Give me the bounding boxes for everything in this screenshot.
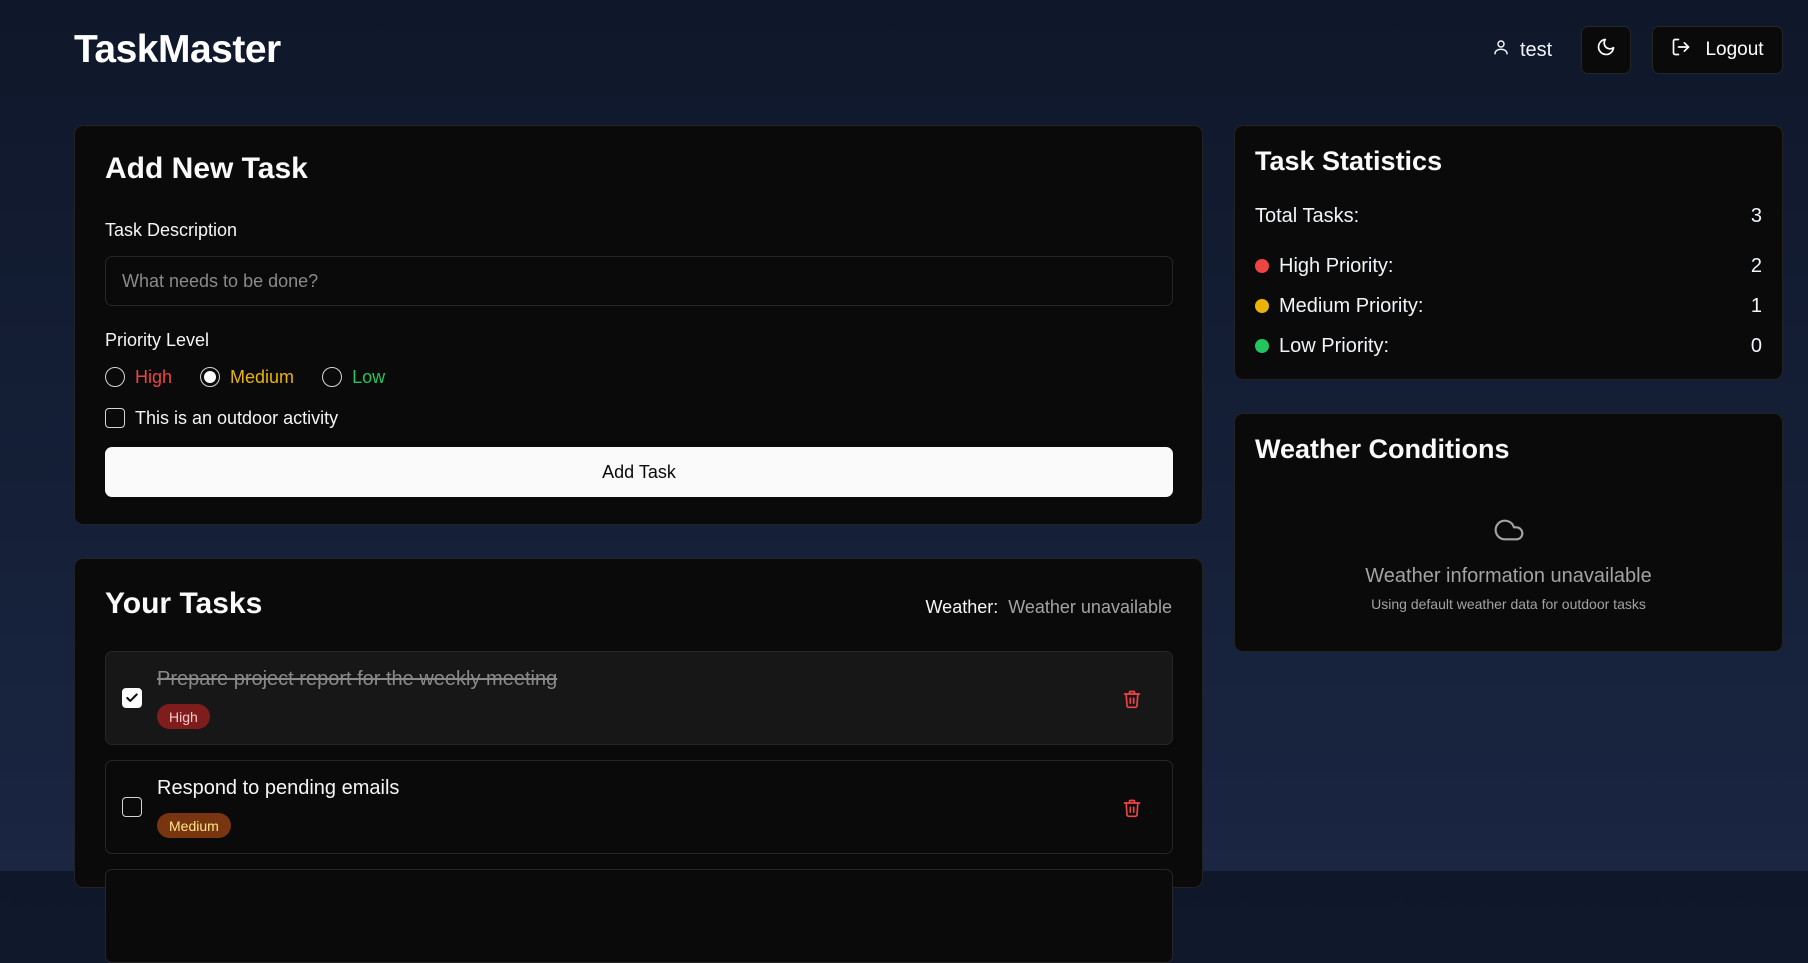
- weather-key: Weather:: [925, 597, 999, 617]
- outdoor-activity-row[interactable]: This is an outdoor activity: [105, 405, 338, 431]
- cloud-icon: [1489, 519, 1529, 550]
- priority-option-medium[interactable]: Medium: [200, 367, 294, 388]
- medium-dot-icon: [1255, 299, 1269, 313]
- priority-level-label: Priority Level: [105, 330, 210, 350]
- task-text: Prepare project report for the weekly me…: [157, 668, 558, 690]
- task-description-input[interactable]: [105, 256, 1173, 306]
- stat-medium-row: Medium Priority: 1: [1255, 293, 1762, 319]
- logout-label: Logout: [1705, 39, 1764, 60]
- user-info: test: [1492, 36, 1552, 64]
- user-icon: [1492, 38, 1510, 62]
- stat-total-label: Total Tasks:: [1255, 204, 1360, 227]
- stat-high-label: High Priority:: [1279, 254, 1394, 277]
- task-statistics-card: Task Statistics Total Tasks: 3 High Prio…: [1234, 125, 1783, 380]
- tasks-card: Your Tasks Weather: Weather unavailable …: [74, 558, 1203, 963]
- add-task-button[interactable]: Add Task: [105, 447, 1173, 497]
- priority-option-high[interactable]: High: [105, 367, 172, 388]
- app-header: TaskMaster test Logout: [0, 0, 1808, 100]
- stats-title: Task Statistics: [1255, 146, 1443, 176]
- stat-total-row: Total Tasks: 3: [1255, 203, 1762, 229]
- task-description-label: Task Description: [105, 220, 238, 240]
- task-complete-checkbox[interactable]: [122, 797, 142, 817]
- logout-button[interactable]: Logout: [1652, 26, 1783, 74]
- tasks-title: Your Tasks: [105, 587, 263, 620]
- radio-high[interactable]: [105, 367, 125, 387]
- trash-icon[interactable]: [1122, 688, 1142, 710]
- stat-total-value: 3: [1750, 204, 1762, 227]
- task-item-partial: [105, 869, 1173, 963]
- priority-high-label: High: [135, 366, 173, 387]
- weather-main-text: Weather information unavailable: [1365, 565, 1652, 587]
- low-dot-icon: [1255, 339, 1269, 353]
- task-complete-checkbox[interactable]: [122, 688, 142, 708]
- trash-icon[interactable]: [1122, 797, 1142, 819]
- theme-toggle-button[interactable]: [1581, 26, 1631, 74]
- high-dot-icon: [1255, 259, 1269, 273]
- weather-value: Weather unavailable: [1008, 597, 1172, 617]
- outdoor-checkbox[interactable]: [105, 408, 125, 428]
- radio-medium[interactable]: [200, 367, 221, 387]
- task-text: Respond to pending emails: [157, 777, 400, 799]
- check-icon: [126, 693, 138, 702]
- weather-sub-text: Using default weather data for outdoor t…: [1371, 596, 1646, 612]
- tasks-weather-status: Weather: Weather unavailable: [926, 597, 1172, 618]
- radio-low[interactable]: [322, 367, 343, 387]
- stat-low-value: 0: [1750, 334, 1762, 357]
- username: test: [1520, 38, 1553, 61]
- outdoor-label: This is an outdoor activity: [135, 407, 339, 428]
- stat-high-value: 2: [1750, 254, 1762, 277]
- priority-low-label: Low: [352, 366, 386, 387]
- priority-badge: Medium: [157, 813, 231, 838]
- stat-low-row: Low Priority: 0: [1255, 333, 1762, 359]
- priority-medium-label: Medium: [230, 366, 295, 387]
- stat-medium-label: Medium Priority:: [1279, 294, 1424, 317]
- weather-conditions-card: Weather Conditions Weather information u…: [1234, 413, 1783, 652]
- stat-low-label: Low Priority:: [1279, 334, 1390, 357]
- priority-badge: High: [157, 704, 210, 729]
- task-item: Prepare project report for the weekly me…: [105, 651, 1173, 745]
- weather-body: Weather information unavailable Using de…: [1235, 514, 1782, 612]
- priority-radio-group: High Medium Low: [105, 364, 413, 390]
- brand-logo[interactable]: TaskMaster: [74, 28, 281, 72]
- add-task-card: Add New Task Task Description Priority L…: [74, 125, 1203, 525]
- logout-icon: [1671, 37, 1691, 63]
- add-task-title: Add New Task: [105, 152, 308, 185]
- moon-icon: [1596, 37, 1616, 63]
- priority-option-low[interactable]: Low: [322, 367, 385, 388]
- stat-medium-value: 1: [1750, 294, 1762, 317]
- weather-title: Weather Conditions: [1255, 434, 1510, 464]
- stat-high-row: High Priority: 2: [1255, 253, 1762, 279]
- task-item: Respond to pending emails Medium: [105, 760, 1173, 854]
